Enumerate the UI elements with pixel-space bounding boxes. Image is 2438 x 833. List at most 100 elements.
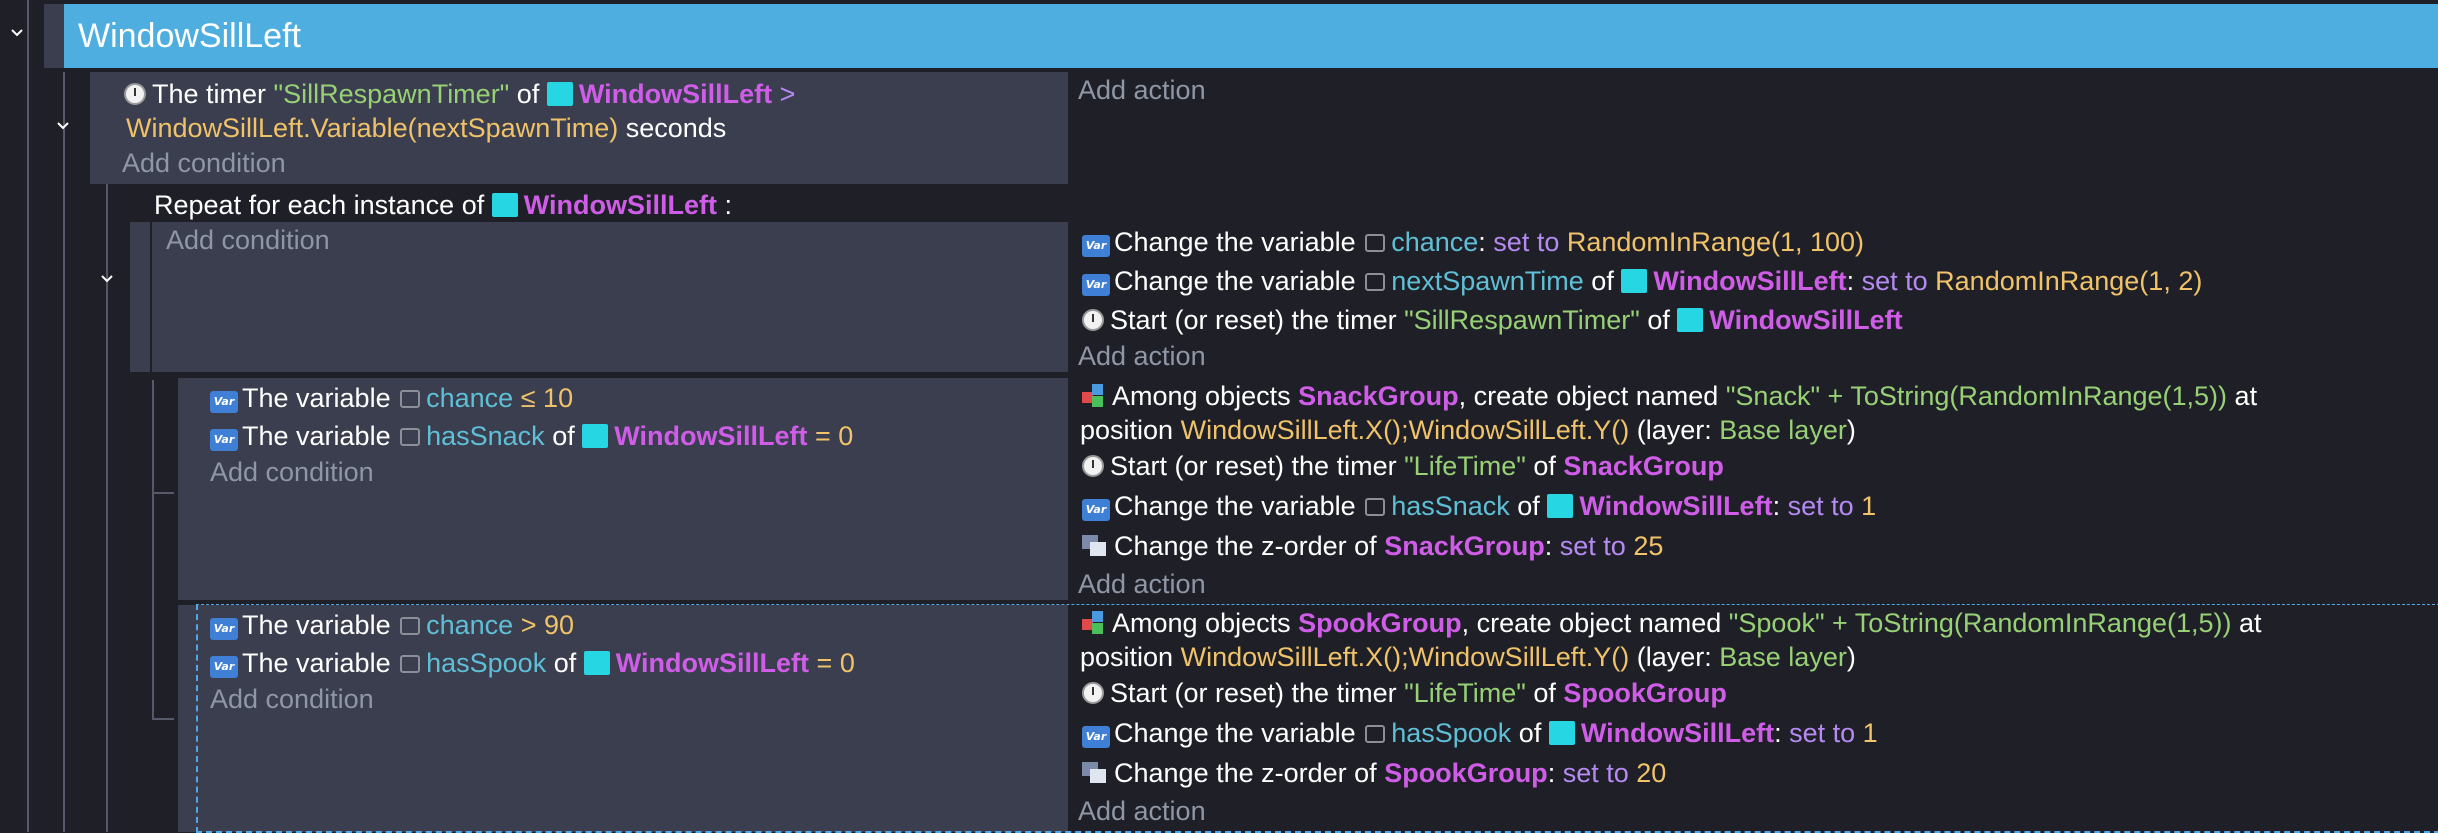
group-name: SpookGroup bbox=[1384, 758, 1548, 788]
value: 10 bbox=[543, 383, 574, 413]
group-header[interactable]: WindowSillLeft bbox=[64, 4, 2438, 68]
object-icon bbox=[582, 424, 609, 448]
chevron-down-icon[interactable] bbox=[10, 26, 24, 40]
operator: > bbox=[520, 610, 537, 640]
object-variable-icon bbox=[1365, 725, 1386, 743]
position-expr: WindowSillLeft.X();WindowSillLeft.Y() bbox=[1180, 642, 1630, 672]
event-stripe bbox=[178, 605, 196, 832]
z-order-icon bbox=[1082, 762, 1108, 784]
action-text: Among objects bbox=[1112, 381, 1291, 411]
object-icon bbox=[491, 193, 518, 217]
variable-icon: Var bbox=[1082, 499, 1110, 521]
timer-name: "SillRespawnTimer" bbox=[1404, 305, 1640, 335]
object-icon bbox=[1548, 721, 1575, 745]
operator: set to bbox=[1493, 227, 1560, 257]
variable-name: nextSpawnTime bbox=[1391, 266, 1584, 296]
object-name: WindowSillLeft bbox=[1653, 266, 1847, 296]
layer-name: Base layer bbox=[1719, 415, 1847, 445]
group-name: SnackGroup bbox=[1563, 451, 1724, 481]
object-icon bbox=[583, 651, 610, 675]
cond-text: The timer bbox=[152, 79, 267, 109]
operator: set to bbox=[1789, 718, 1856, 748]
spook-actions[interactable]: Among objects SpookGroup, create object … bbox=[1068, 605, 2438, 832]
timer-name: "LifeTime" bbox=[1404, 451, 1526, 481]
action-text: Change the variable bbox=[1114, 718, 1356, 748]
add-action-button[interactable]: Add action bbox=[1078, 338, 1206, 374]
z-order-icon bbox=[1082, 535, 1108, 557]
cond-text: The variable bbox=[242, 648, 391, 678]
object-variable-icon bbox=[1365, 273, 1386, 291]
operator: ≤ bbox=[520, 383, 536, 413]
variable-name: chance bbox=[426, 383, 514, 413]
object-variable-icon bbox=[1365, 498, 1386, 516]
object-icon bbox=[1677, 308, 1704, 332]
tree-guide bbox=[152, 380, 154, 720]
object-variable-icon bbox=[400, 428, 421, 446]
layer-name: Base layer bbox=[1719, 642, 1847, 672]
group-name: SnackGroup bbox=[1298, 381, 1459, 411]
add-action-button[interactable]: Add action bbox=[1078, 566, 1206, 602]
scene-variable-icon bbox=[400, 617, 421, 635]
value: 0 bbox=[839, 648, 855, 678]
spook-conditions[interactable]: Var The variable chance > 90 Var The varia… bbox=[196, 605, 1068, 832]
variable-name: chance bbox=[1391, 227, 1479, 257]
tree-guide bbox=[27, 0, 29, 832]
repeat-actions[interactable]: Var Change the variable chance: set to Ra… bbox=[1068, 222, 2438, 372]
snack-conditions[interactable]: Var The variable chance ≤ 10 Var The varia… bbox=[196, 378, 1068, 600]
chevron-down-icon[interactable] bbox=[100, 272, 114, 286]
expression: WindowSillLeft.Variable(nextSpawnTime) bbox=[126, 113, 619, 143]
object-name: WindowSillLeft bbox=[1580, 718, 1775, 748]
event1-conditions[interactable]: The timer "SillRespawnTimer" of WindowSi… bbox=[110, 72, 1068, 184]
chevron-down-icon[interactable] bbox=[56, 119, 70, 133]
add-condition-button[interactable]: Add condition bbox=[122, 145, 286, 181]
variable-icon: Var bbox=[210, 618, 238, 640]
object-variable-icon bbox=[400, 655, 421, 673]
variable-name: chance bbox=[426, 610, 514, 640]
operator: set to bbox=[1787, 491, 1854, 521]
event-stripe bbox=[130, 222, 150, 372]
repeat-conditions[interactable]: Add condition bbox=[152, 222, 1068, 372]
add-action-button[interactable]: Add action bbox=[1078, 72, 1206, 108]
action-text: Start (or reset) the timer bbox=[1110, 678, 1397, 708]
timer-icon bbox=[1082, 309, 1104, 331]
object-name: WindowSillLeft bbox=[523, 190, 717, 220]
action-text: Start (or reset) the timer bbox=[1110, 305, 1397, 335]
timer-name: "LifeTime" bbox=[1404, 678, 1526, 708]
seconds-text: seconds bbox=[625, 113, 727, 143]
variable-icon: Var bbox=[1082, 235, 1110, 257]
object-name-expr: "Snack" + ToString(RandomInRange(1,5)) bbox=[1725, 381, 2228, 411]
repeat-header: Repeat for each instance of WindowSillLe… bbox=[154, 187, 732, 223]
snack-actions[interactable]: Among objects SnackGroup, create object … bbox=[1068, 378, 2438, 600]
object-icon bbox=[1621, 269, 1648, 293]
colon-text: : bbox=[724, 190, 732, 220]
action-text: Change the variable bbox=[1114, 491, 1356, 521]
group-name: SpookGroup bbox=[1563, 678, 1727, 708]
object-name: WindowSillLeft bbox=[1579, 491, 1773, 521]
scene-variable-icon bbox=[1365, 234, 1386, 252]
operator: > bbox=[779, 79, 796, 109]
add-condition-button[interactable]: Add condition bbox=[210, 681, 374, 717]
object-name-expr: "Spook" + ToString(RandomInRange(1,5)) bbox=[1728, 608, 2232, 638]
event-stripe bbox=[90, 72, 110, 184]
object-icon bbox=[546, 82, 573, 106]
timer-icon bbox=[1082, 455, 1104, 477]
object-name: WindowSillLeft bbox=[578, 79, 773, 109]
object-name: WindowSillLeft bbox=[615, 648, 809, 678]
cond-text: The variable bbox=[242, 610, 391, 640]
add-condition-button[interactable]: Add condition bbox=[210, 454, 374, 490]
operator: = bbox=[816, 648, 833, 678]
create-object-icon bbox=[1082, 384, 1106, 408]
variable-name: hasSpook bbox=[1391, 718, 1512, 748]
operator: set to bbox=[1562, 758, 1629, 788]
value: 1 bbox=[1861, 491, 1877, 521]
value: 20 bbox=[1636, 758, 1667, 788]
add-action-button[interactable]: Add action bbox=[1078, 793, 1206, 829]
variable-icon: Var bbox=[210, 429, 238, 451]
object-icon bbox=[1547, 494, 1574, 518]
add-condition-button[interactable]: Add condition bbox=[166, 222, 330, 258]
variable-name: hasSpook bbox=[426, 648, 547, 678]
timer-name: "SillRespawnTimer" bbox=[273, 79, 510, 109]
action-text: Change the z-order of bbox=[1114, 531, 1377, 561]
action-text: Change the variable bbox=[1114, 266, 1356, 296]
variable-icon: Var bbox=[1082, 726, 1110, 748]
